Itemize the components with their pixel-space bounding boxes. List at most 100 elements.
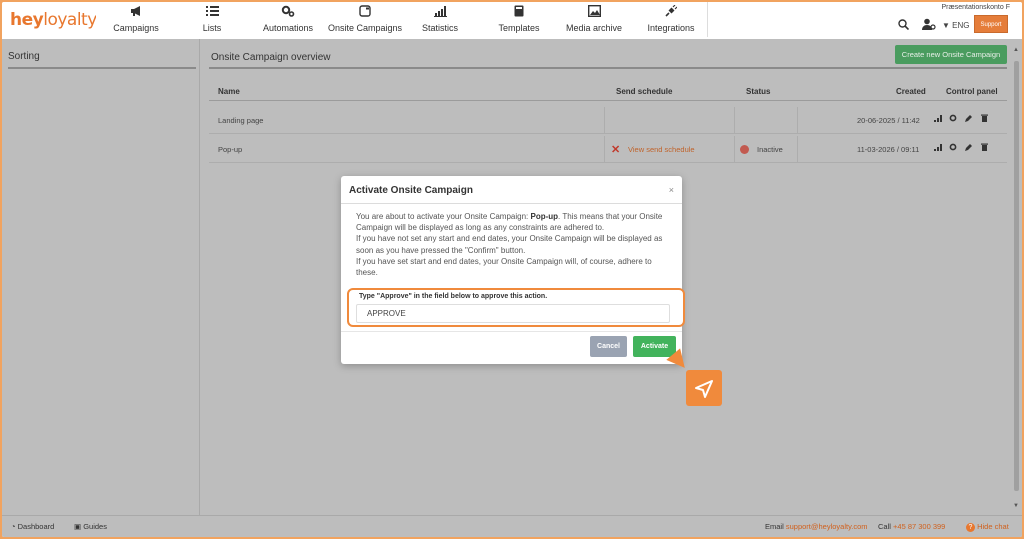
chat-icon: ▣ [74,522,82,531]
trash-icon[interactable] [981,143,988,153]
language-label: ENG [952,21,970,30]
row-name: Pop-up [218,145,243,154]
approve-field-highlight: Type "Approve" in the field below to app… [347,288,685,327]
help-icon: ? [966,523,975,532]
nav-label: Statistics [421,23,458,33]
divider [604,136,605,163]
support-button[interactable]: Support [974,15,1008,33]
nav-campaigns[interactable]: Campaigns [100,2,172,37]
divider [341,331,682,332]
phone-info: Call +45 87 300 399 [878,522,945,531]
statistics-icon[interactable] [934,143,943,153]
campaign-name: Pop-up [530,212,559,221]
chevron-down-icon: ▼ [942,21,950,30]
email-info: Email support@heyloyalty.com [765,522,868,531]
create-onsite-campaign-button[interactable]: Create new Onsite Campaign [895,45,1007,64]
divider [797,107,798,134]
email-link[interactable]: support@heyloyalty.com [786,522,868,531]
row-name: Landing page [218,116,264,125]
modal-paragraph: If you have set start and end dates, you… [356,256,652,278]
nav-label: Integrations [647,23,695,33]
footer: ◔ Dashboard ▣ Guides Email support@heylo… [2,515,1022,537]
column-header-status[interactable]: Status [746,87,770,96]
nav-label: Automations [262,23,314,33]
row-created: 11-03-2026 / 09:11 [857,145,920,154]
nav-label: Lists [202,23,222,33]
user-settings-icon[interactable] [922,17,936,30]
page-title: Onsite Campaign overview [211,52,331,63]
nav-label: Media archive [565,23,623,33]
gears-icon [254,5,322,21]
nav-templates[interactable]: Templates [484,2,554,37]
scrollbar[interactable]: ▲ ▼ [1013,47,1020,509]
sidebar-title: Sorting [8,51,40,62]
brand-logo[interactable]: heyloyalty [10,10,97,30]
app-window: heyloyalty Campaigns Lists Automations O… [2,2,1022,537]
row-created: 20-06-2025 / 11:42 [857,116,920,125]
nav-statistics[interactable]: Statistics [408,2,472,37]
logo-part2: loyalty [43,10,97,30]
top-bar: heyloyalty Campaigns Lists Automations O… [2,2,1022,39]
gear-icon[interactable] [949,143,957,153]
trash-icon[interactable] [981,114,988,124]
search-icon[interactable] [898,17,910,31]
nav-onsite-campaigns[interactable]: Onsite Campaigns [326,2,404,37]
guides-link[interactable]: ▣ Guides [74,522,107,531]
call-label: Call [878,522,891,531]
dashboard-icon: ◔ [11,522,16,531]
list-icon [180,5,244,21]
edit-icon[interactable] [965,114,973,124]
phone-link[interactable]: +45 87 300 399 [893,522,945,531]
nav-label: Campaigns [113,23,159,33]
column-header-send-schedule[interactable]: Send schedule [616,87,672,96]
approve-input[interactable]: APPROVE [356,304,670,323]
scroll-thumb[interactable] [1014,61,1019,491]
nav-automations[interactable]: Automations [254,2,322,37]
status-badge: Inactive [757,145,783,154]
modal-paragraph: You are about to activate your Onsite Ca… [356,211,668,233]
template-icon [484,5,554,21]
megaphone-icon [100,5,172,21]
nav-integrations[interactable]: Integrations [636,2,706,37]
logo-part1: hey [10,10,44,30]
view-send-schedule-link[interactable]: View send schedule [628,145,695,154]
scroll-up-icon[interactable]: ▲ [1013,47,1019,53]
divider [341,203,682,204]
divider [734,136,735,163]
plug-icon [636,4,706,21]
scroll-down-icon[interactable]: ▼ [1013,503,1019,509]
dashboard-label: Dashboard [17,522,55,531]
nav-lists[interactable]: Lists [180,2,244,37]
nav-label: Onsite Campaigns [327,23,403,33]
column-header-created[interactable]: Created [896,87,926,96]
hide-chat-label: Hide chat [977,522,1009,531]
edit-icon[interactable] [965,143,973,153]
main-nav: Campaigns Lists Automations Onsite Campa… [96,2,708,37]
close-icon: ✕ [611,144,621,156]
onsite-icon [326,5,404,21]
divider [209,67,1007,69]
cancel-button[interactable]: Cancel [590,336,627,357]
column-header-name[interactable]: Name [218,87,240,96]
modal-paragraph: If you have not set any start and end da… [356,234,663,255]
send-icon [695,380,713,398]
statistics-icon[interactable] [934,114,943,124]
modal-title: Activate Onsite Campaign [349,185,473,196]
activate-button[interactable]: Activate [633,336,676,357]
guides-label: Guides [83,522,107,531]
hide-chat-button[interactable]: ? Hide chat [966,522,1009,532]
nav-media-archive[interactable]: Media archive [558,2,630,37]
divider [797,136,798,163]
divider [604,107,605,134]
gear-icon[interactable] [949,114,957,124]
dashboard-link[interactable]: ◔ Dashboard [11,522,54,531]
email-label: Email [765,522,784,531]
column-header-control-panel: Control panel [946,87,998,96]
image-icon [558,4,630,21]
language-selector[interactable]: ▼ ENG [942,21,970,30]
statistics-icon [408,5,472,21]
table-row[interactable]: Pop-up ✕ View send schedule Inactive 11-… [209,136,1007,163]
account-name[interactable]: Præsentationskonto F [942,4,1010,11]
close-icon[interactable]: × [669,185,674,195]
table-row[interactable]: Landing page 20-06-2025 / 11:42 [209,107,1007,134]
